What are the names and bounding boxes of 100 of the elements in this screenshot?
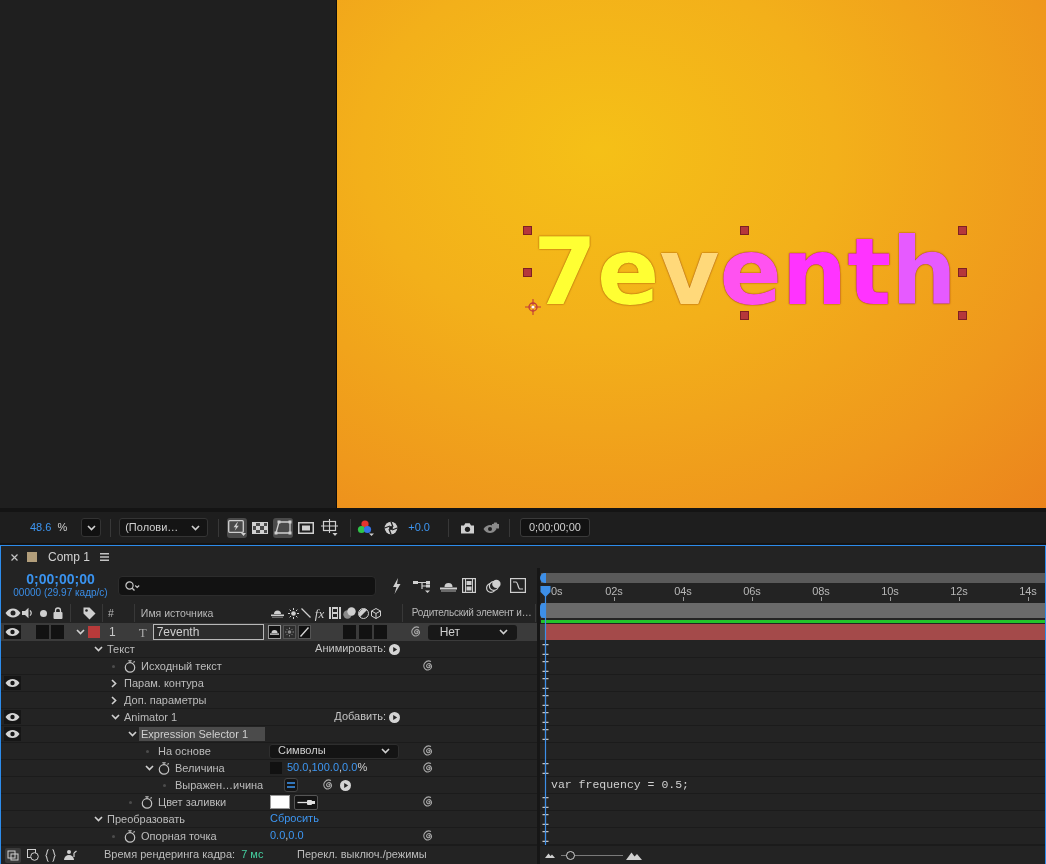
label-swatch-icon[interactable] [88, 626, 100, 638]
selection-handle[interactable] [957, 226, 967, 235]
property-name[interactable]: Исходный текст [141, 659, 222, 673]
eye-icon[interactable] [5, 608, 21, 618]
circles-filled-icon[interactable] [343, 607, 357, 619]
camera-icon[interactable] [459, 521, 475, 534]
eye-icon[interactable] [4, 625, 21, 639]
column-header[interactable]: Имя источника [140, 606, 214, 620]
aperture-icon[interactable] [384, 520, 399, 535]
zoom-menu-button[interactable] [81, 518, 102, 537]
person-icon[interactable] [63, 849, 77, 861]
selection-handle[interactable] [740, 310, 750, 320]
menu-icon[interactable] [100, 553, 110, 561]
spiral-icon[interactable] [409, 626, 423, 638]
property-name[interactable]: Величина [175, 761, 225, 775]
grid-guides-toggle[interactable] [319, 517, 340, 538]
property-name[interactable]: Текст [107, 642, 135, 656]
switch-toggle[interactable] [342, 625, 356, 639]
property-name[interactable]: Expression Selector 1 [139, 727, 265, 741]
eye-icon[interactable] [4, 676, 21, 690]
switches-modes-toggle[interactable]: Перекл. выключ./режимы [297, 848, 427, 862]
mask-path-toggle[interactable] [273, 517, 294, 538]
zoom-value[interactable]: 48.6 [30, 520, 52, 535]
color-swatch[interactable] [270, 795, 290, 809]
square-circle-icon[interactable] [27, 849, 39, 861]
column-header[interactable]: # [108, 606, 114, 620]
caret-down-icon[interactable] [94, 646, 103, 652]
stopwatch-icon[interactable] [141, 795, 153, 809]
lightning-icon[interactable] [392, 577, 401, 594]
dome-bar-icon[interactable] [270, 608, 284, 618]
property-name[interactable]: Доп. параметры [124, 693, 207, 707]
playhead[interactable] [540, 586, 551, 845]
property-name[interactable]: Опорная точка [141, 829, 217, 843]
mountain-large-icon[interactable] [626, 850, 642, 860]
value-dropdown[interactable]: Символы [269, 743, 399, 759]
cube-icon[interactable] [371, 607, 382, 619]
caret-down-icon[interactable] [86, 524, 96, 531]
selection-handle[interactable] [740, 226, 750, 235]
selection-handle[interactable] [523, 226, 532, 235]
column-header[interactable]: Родительский элемент и… [411, 607, 532, 619]
stopwatch-icon[interactable] [124, 659, 136, 673]
search-icon[interactable] [125, 580, 140, 591]
resolution-dropdown[interactable]: (Полови… [119, 518, 209, 537]
flowchart-icon[interactable] [413, 578, 430, 593]
overlapping-squares-icon[interactable] [5, 847, 21, 863]
film-icon[interactable] [329, 607, 342, 619]
selection-handle[interactable] [957, 268, 967, 278]
property-name[interactable]: На основе [158, 744, 211, 758]
expression-toggle[interactable] [284, 778, 298, 792]
eye-icon[interactable] [4, 710, 21, 724]
exposure-value[interactable]: +0.0 [408, 520, 430, 535]
caret-down-icon[interactable] [76, 629, 85, 635]
tab-title[interactable]: Comp 1 [48, 549, 91, 565]
slash-icon[interactable] [300, 608, 311, 618]
stopwatch-icon[interactable] [158, 761, 170, 775]
spiral-icon[interactable] [422, 762, 435, 774]
caret-down-icon[interactable] [191, 524, 201, 531]
selection-handle[interactable] [957, 310, 967, 320]
eyedropper-button[interactable] [294, 794, 318, 810]
reset-link[interactable]: Сбросить [270, 812, 319, 826]
spiral-icon[interactable] [422, 830, 435, 842]
navigator-handle-icon[interactable] [540, 573, 546, 583]
property-name[interactable]: Цвет заливки [158, 795, 227, 809]
caret-right-icon[interactable] [111, 695, 117, 705]
spiral-icon[interactable] [422, 796, 435, 808]
property-name[interactable]: Парам. контура [124, 676, 204, 690]
caret-down-icon[interactable] [111, 714, 120, 720]
lock-icon[interactable] [53, 607, 63, 619]
search-field[interactable] [118, 575, 376, 596]
half-circle-icon[interactable] [358, 607, 370, 619]
play-circle-icon[interactable] [389, 711, 400, 723]
slash-switch-icon[interactable] [297, 625, 311, 639]
caret-down-icon[interactable] [498, 629, 508, 635]
three-circles-icon[interactable] [357, 519, 375, 536]
property-name[interactable]: Animator 1 [124, 710, 178, 724]
timecode-field[interactable]: 0;00;00;00 [519, 518, 590, 537]
property-value[interactable]: 50.0,100.0,0.0% [287, 761, 368, 775]
play-circle-icon[interactable] [389, 643, 400, 655]
close-icon[interactable] [11, 553, 18, 561]
dome-switch-icon[interactable] [267, 625, 281, 639]
solo-toggle[interactable] [36, 625, 49, 639]
switch-toggle[interactable] [373, 625, 387, 639]
caret-down-icon[interactable] [128, 731, 137, 737]
caret-right-icon[interactable] [111, 678, 117, 688]
layer-name-field[interactable]: 7eventh [152, 624, 264, 640]
work-area-handle-icon[interactable] [540, 603, 546, 618]
play-circle-icon[interactable] [340, 779, 351, 791]
spiral-icon[interactable] [322, 779, 335, 791]
crosshair-icon[interactable] [525, 299, 541, 315]
property-name[interactable]: Выражен…ичина [175, 778, 264, 792]
spiral-icon[interactable] [422, 660, 435, 672]
caret-down-icon[interactable] [381, 748, 390, 754]
tag-icon[interactable] [83, 606, 96, 620]
braces-icon[interactable] [45, 848, 56, 862]
current-time[interactable]: 0;00;00;00 [26, 571, 95, 588]
mountain-small-icon[interactable] [545, 852, 555, 858]
sun-switch-icon[interactable] [282, 625, 296, 639]
sun-icon[interactable] [287, 607, 299, 619]
caret-down-icon[interactable] [145, 765, 154, 771]
film-strip-icon[interactable] [462, 578, 476, 593]
